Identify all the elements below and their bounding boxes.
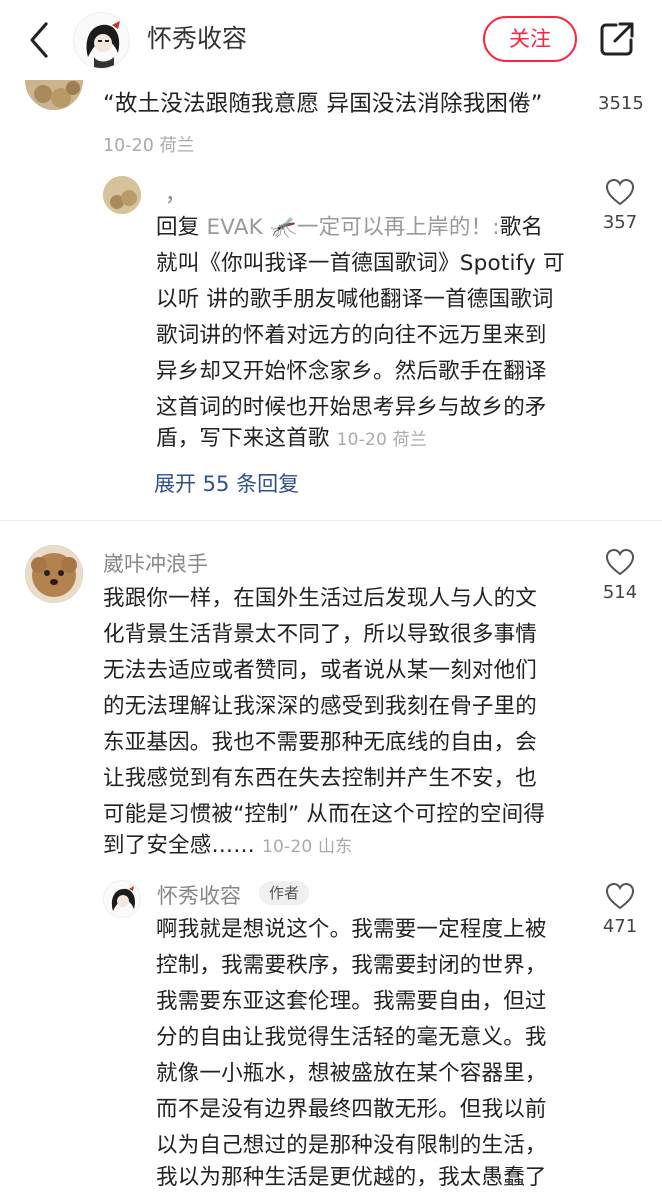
reply-line-last: 盾，写下来这首歌 10-20 荷兰: [156, 421, 427, 458]
avatar-illustration: [104, 881, 140, 917]
reply-line: 就像一小瓶水，想被盛放在某个容器里，: [156, 1061, 547, 1086]
reply-line: 以听 讲的歌手朋友喊他翻译一首德国歌词: [156, 287, 554, 312]
like-count: 471: [602, 916, 638, 937]
comment-line: 东亚基因。我也不需要那种无底线的自由，会: [103, 730, 538, 755]
reply-line: 分的自由让我觉得生活轻的毫无意义。我: [156, 1025, 547, 1050]
comment-meta: 10-20 荷兰: [103, 136, 195, 156]
comment-line-last: 到了安全感…… 10-20 山东: [103, 828, 352, 865]
reply-like[interactable]: 471: [600, 882, 640, 937]
top-bar: 怀秀收容 关注: [0, 0, 662, 80]
comment-line: 我跟你一样，在国外生活过后发现人与人的文: [103, 586, 538, 611]
reply-like[interactable]: 357: [600, 178, 640, 233]
reply-avatar[interactable]: [103, 880, 141, 918]
reply-line: 我以为那种生活是更优越的，我太愚蠢了: [156, 1165, 547, 1190]
comment-like[interactable]: 514: [600, 548, 640, 603]
author-name[interactable]: 怀秀收容: [147, 22, 247, 56]
reply-username[interactable]: ，: [165, 178, 186, 208]
reply-line: 异乡却又开始怀念家乡。然后歌手在翻译: [156, 359, 547, 384]
follow-button[interactable]: 关注: [483, 16, 577, 62]
back-button[interactable]: [20, 18, 60, 62]
reply-target[interactable]: EVAK 🦟一定可以再上岸的！:: [206, 215, 499, 240]
reply-line: 控制，我需要秩序，我需要封闭的世界，: [156, 953, 547, 978]
avatar-photo: [103, 176, 141, 214]
like-count: 357: [602, 212, 638, 233]
comment-line: 化背景生活背景太不同了，所以导致很多事情: [103, 622, 538, 647]
reply-line: 啊我就是想说这个。我需要一定程度上被: [156, 917, 547, 942]
reply-meta: 10-20 荷兰: [336, 430, 428, 450]
reply-text-start: 歌名: [499, 215, 544, 240]
share-icon: [600, 22, 634, 56]
comment-line: 无法去适应或者赞同，或者说从某一刻对他们: [103, 658, 538, 683]
heart-icon: [605, 882, 635, 910]
comment-line: 的无法理解让我深深的感受到我刻在骨子里的: [103, 694, 538, 719]
reply-line: 歌词讲的怀着对远方的向往不远万里来到: [156, 323, 547, 348]
share-button[interactable]: [598, 20, 636, 58]
comment-line: 让我感觉到有东西在失去控制并产生不安，也: [103, 766, 538, 791]
reply-line: 就叫《你叫我译一首德国歌词》Spotify 可: [156, 251, 565, 276]
comment-text: “故土没法跟随我意愿 异国没法消除我困倦”: [103, 91, 543, 117]
reply-text-end: 盾，写下来这首歌: [156, 426, 330, 451]
heart-icon: [605, 548, 635, 576]
reply-username[interactable]: 怀秀收容: [157, 880, 241, 910]
comment-meta: 10-20 山东: [261, 837, 353, 857]
like-count: 3515: [598, 93, 644, 114]
divider: [0, 520, 662, 521]
reply-line: 而不是没有边界最终四散无形。但我以前: [156, 1097, 547, 1122]
heart-icon: [605, 178, 635, 206]
author-avatar[interactable]: [73, 12, 130, 69]
avatar-illustration: [74, 13, 129, 68]
author-badge: 作者: [259, 881, 310, 905]
reply-line: 我需要东亚这套伦理。我需要自由，但过: [156, 989, 547, 1014]
reply-line: 以为自己想过的是那种没有限制的生活，: [156, 1133, 547, 1158]
comment-text-end: 到了安全感……: [103, 833, 255, 858]
commenter-avatar[interactable]: [25, 545, 83, 603]
chevron-left-icon: [30, 22, 48, 58]
reply-line-1: 回复 EVAK 🦟一定可以再上岸的！:歌名: [156, 210, 543, 246]
dog-avatar-photo: [25, 545, 83, 603]
expand-replies-link[interactable]: 展开 55 条回复: [154, 468, 299, 498]
reply-prefix: 回复: [156, 215, 207, 240]
reply-avatar[interactable]: [103, 176, 141, 214]
like-count: 514: [602, 582, 638, 603]
commenter-username[interactable]: 崴咔冲浪手: [103, 548, 208, 578]
